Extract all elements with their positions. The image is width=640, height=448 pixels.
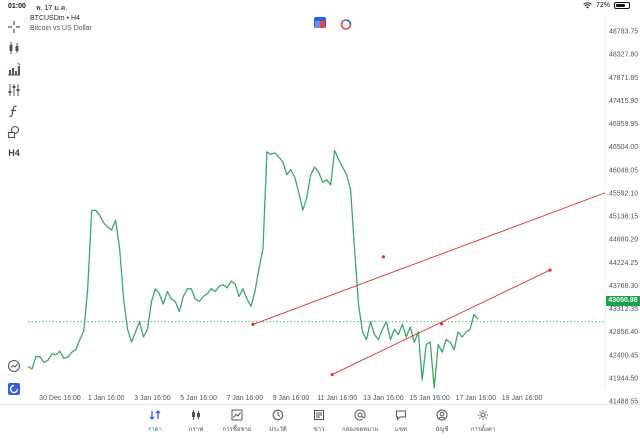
price-tick-label: 45136.15 bbox=[609, 214, 638, 221]
tab-label: กราฟ bbox=[188, 427, 204, 433]
time-tick-label: 11 Jan 16:00 bbox=[317, 395, 357, 402]
time-axis: 30 Dec 16:00 1 Jan 16:00 3 Jan 16:00 5 Jan … bbox=[39, 395, 542, 402]
trendline-anchor[interactable] bbox=[251, 322, 255, 326]
tab-history[interactable]: ประวัติ bbox=[256, 409, 300, 439]
tab-chat[interactable]: แชท bbox=[379, 409, 423, 439]
tab-mailbox[interactable]: กล่องจดหมาย bbox=[338, 409, 382, 439]
price-tick-label: 46048.05 bbox=[609, 167, 638, 174]
price-tick-label: 43312.35 bbox=[609, 306, 638, 313]
tab-label: ราคา bbox=[148, 427, 162, 433]
chat-icon bbox=[396, 410, 406, 421]
bottom-tab-bar: ราคา กราฟ การซื้อขาย ประวัติ ข่าว กล่องจ… bbox=[0, 404, 640, 448]
tab-trade[interactable]: การซื้อขาย bbox=[215, 409, 259, 439]
price-tick-label: 47871.85 bbox=[609, 75, 638, 82]
history-icon bbox=[272, 409, 284, 421]
time-tick-label: 17 Jan 16:00 bbox=[456, 395, 497, 402]
trendline-anchor[interactable] bbox=[330, 372, 334, 377]
tab-label: การตั้งค่า bbox=[470, 427, 496, 433]
time-tick-label: 5 Jan 16:00 bbox=[180, 395, 217, 402]
news-icon bbox=[314, 410, 324, 420]
price-series-line bbox=[27, 149, 479, 389]
price-tick-label: 46504.00 bbox=[609, 144, 638, 151]
time-tick-label: 3 Jan 16:00 bbox=[134, 395, 171, 402]
time-tick-label: 19 Jan 16:00 bbox=[502, 395, 543, 402]
price-tick-label: 43768.30 bbox=[609, 283, 638, 290]
tab-chart[interactable]: กราฟ bbox=[174, 409, 218, 439]
trade-chart-icon bbox=[231, 409, 243, 421]
price-tick-label: 48783.75 bbox=[609, 29, 638, 36]
price-tick-label: 44680.20 bbox=[609, 237, 638, 244]
time-tick-label: 13 Jan 16:00 bbox=[363, 395, 404, 402]
tab-label: แชท bbox=[395, 427, 407, 433]
trendline-anchor[interactable] bbox=[381, 255, 385, 259]
tab-label: ประวัติ bbox=[269, 427, 287, 433]
tab-label: การซื้อขาย bbox=[222, 427, 252, 433]
gear-icon bbox=[478, 410, 488, 420]
trendline-anchor[interactable] bbox=[548, 268, 552, 272]
price-tick-label: 48327.80 bbox=[609, 52, 638, 59]
price-tick-label: 42856.40 bbox=[609, 329, 638, 336]
quotes-icon bbox=[149, 410, 161, 420]
trendlines[interactable] bbox=[251, 192, 606, 377]
account-icon bbox=[436, 409, 448, 421]
current-price-tag: 43050.98 bbox=[606, 296, 640, 306]
time-tick-label: 7 Jan 16:00 bbox=[227, 395, 264, 402]
tab-label: ข่าว bbox=[313, 427, 325, 433]
time-tick-label: 15 Jan 16:00 bbox=[409, 395, 450, 402]
trendline[interactable] bbox=[252, 192, 606, 325]
tab-quotes[interactable]: ราคา bbox=[133, 409, 177, 439]
tab-settings[interactable]: การตั้งค่า bbox=[461, 409, 505, 439]
price-axis: 48783.75 48327.80 47871.85 47415.90 46959.95… bbox=[609, 29, 638, 405]
time-tick-label: 9 Jan 16:00 bbox=[273, 395, 310, 402]
candlestick-icon bbox=[192, 410, 200, 420]
time-tick-label: 1 Jan 16:00 bbox=[88, 395, 125, 402]
price-tick-label: 44224.25 bbox=[609, 260, 638, 267]
price-tick-label: 45592.10 bbox=[609, 190, 638, 197]
tab-account[interactable]: บัญชี bbox=[420, 409, 464, 439]
trendline-anchor[interactable] bbox=[440, 322, 444, 326]
time-tick-label: 30 Dec 16:00 bbox=[39, 395, 81, 402]
price-tick-label: 42400.45 bbox=[609, 352, 638, 359]
price-tick-label: 47415.90 bbox=[609, 98, 638, 105]
tab-label: กล่องจดหมาย bbox=[341, 427, 379, 433]
tab-news[interactable]: ข่าว bbox=[297, 409, 341, 439]
price-tick-label: 41944.50 bbox=[609, 375, 638, 382]
trendline[interactable] bbox=[332, 269, 551, 375]
price-chart[interactable]: 48783.75 48327.80 47871.85 47415.90 46959.95… bbox=[0, 0, 640, 404]
tab-label: บัญชี bbox=[435, 427, 449, 433]
price-tick-label: 46959.95 bbox=[609, 121, 638, 128]
at-sign-icon bbox=[354, 409, 366, 421]
